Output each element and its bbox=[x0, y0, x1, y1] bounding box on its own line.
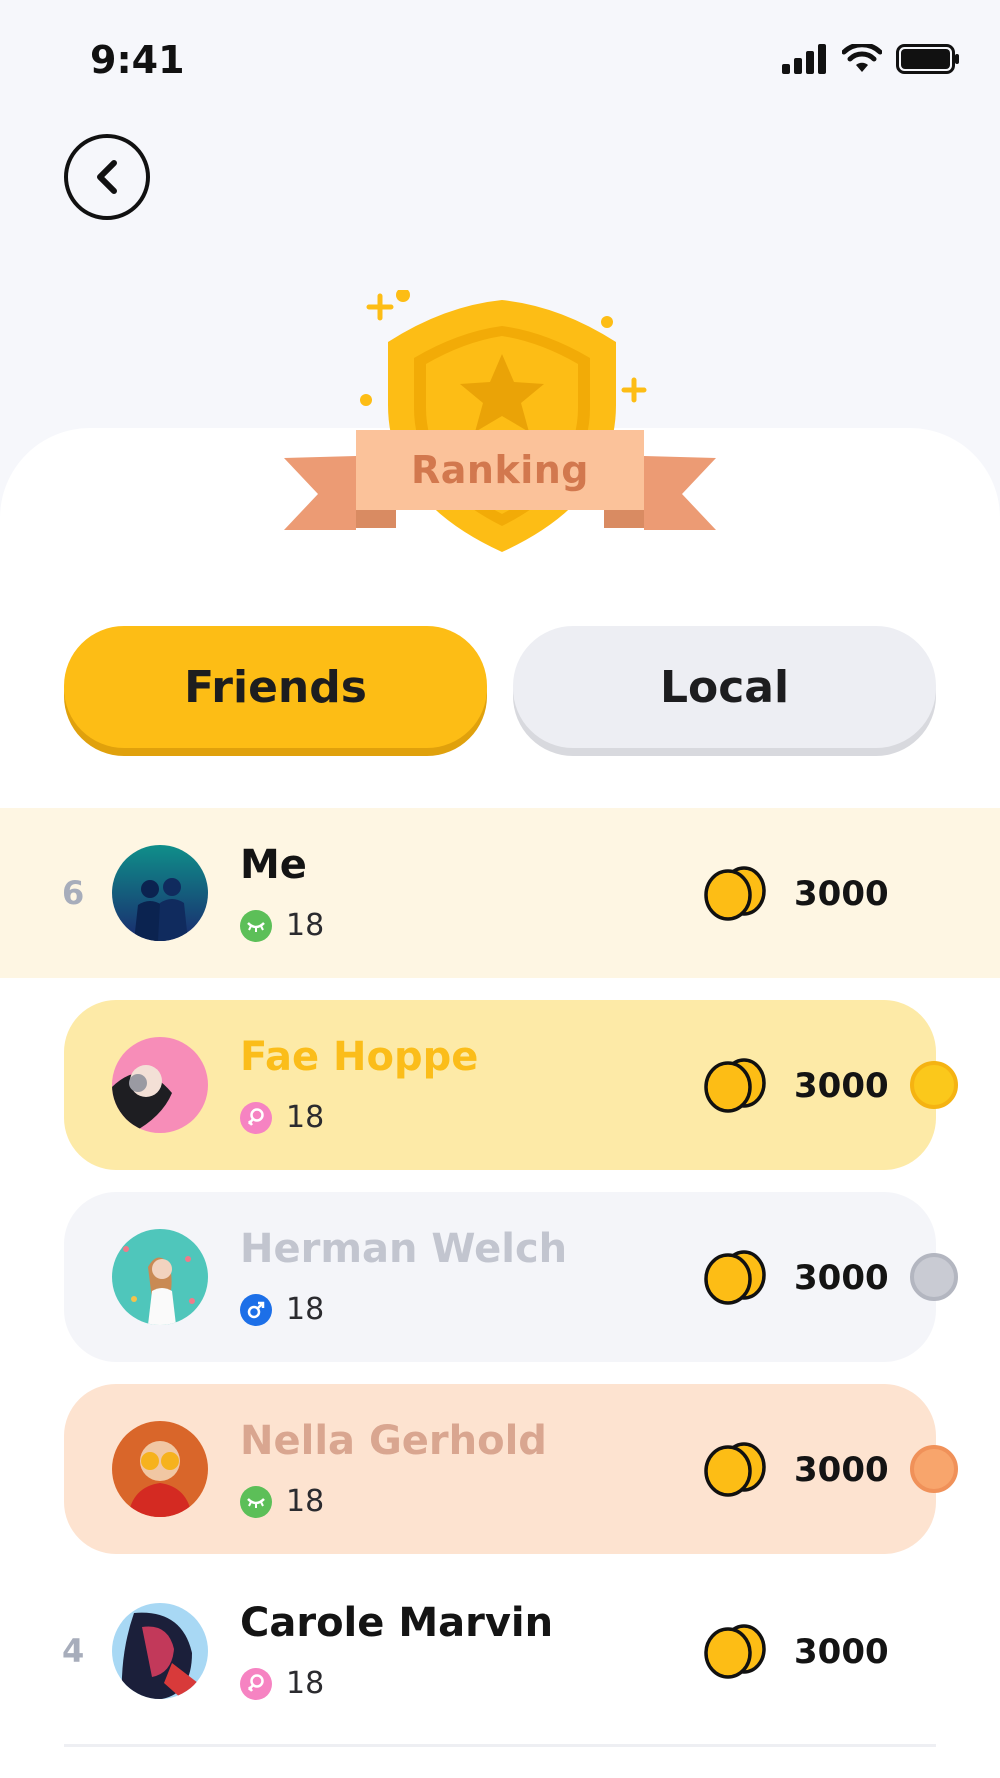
gold-medal-icon bbox=[910, 1061, 958, 1109]
coins-icon bbox=[704, 1624, 766, 1679]
bronze-medal-icon bbox=[910, 1445, 958, 1493]
player-name: Me bbox=[240, 842, 307, 888]
female-icon bbox=[240, 1101, 272, 1134]
avatar bbox=[112, 1229, 208, 1325]
player-name: Carole Marvin bbox=[240, 1600, 554, 1646]
silver-medal-icon bbox=[910, 1253, 958, 1301]
rank-number: 6 bbox=[62, 874, 85, 912]
player-score: 3000 bbox=[794, 874, 889, 914]
player-meta: 18 bbox=[240, 1100, 324, 1135]
tab-local[interactable]: Local bbox=[513, 626, 936, 748]
coins-icon bbox=[704, 1058, 766, 1113]
player-age: 18 bbox=[286, 908, 325, 943]
female-icon bbox=[240, 1667, 272, 1700]
player-score: 3000 bbox=[794, 1258, 889, 1298]
my-ranking-row[interactable]: 6 Me 18 3000 bbox=[0, 808, 1000, 978]
player-meta: 18 bbox=[240, 1666, 324, 1701]
coins-icon bbox=[704, 866, 766, 921]
coins-icon bbox=[704, 1442, 766, 1497]
status-icons bbox=[782, 44, 960, 74]
eyelash-icon bbox=[240, 1485, 272, 1518]
ranking-row[interactable]: 4 Carole Marvin 18 3000 bbox=[0, 1566, 1000, 1736]
avatar bbox=[112, 1603, 208, 1699]
badge-title: Ranking bbox=[410, 448, 589, 492]
avatar bbox=[112, 845, 208, 941]
player-meta: 18 bbox=[240, 1484, 324, 1519]
eyelash-icon bbox=[240, 909, 272, 942]
player-age: 18 bbox=[286, 1666, 325, 1701]
coins-icon bbox=[704, 1250, 766, 1305]
player-age: 18 bbox=[286, 1100, 325, 1135]
wifi-icon bbox=[842, 44, 882, 72]
player-meta: 18 bbox=[240, 1292, 324, 1327]
status-bar: 9:41 bbox=[0, 0, 1000, 120]
player-score: 3000 bbox=[794, 1066, 889, 1106]
signal-icon bbox=[782, 44, 826, 74]
player-score: 3000 bbox=[794, 1632, 889, 1672]
avatar bbox=[112, 1037, 208, 1133]
list-divider bbox=[64, 1744, 936, 1747]
shield-star-icon bbox=[284, 290, 716, 552]
player-name: Nella Gerhold bbox=[240, 1418, 547, 1464]
tab-friends[interactable]: Friends bbox=[64, 626, 487, 748]
ranking-row[interactable]: Herman Welch 18 3000 bbox=[64, 1192, 958, 1362]
back-button[interactable] bbox=[64, 134, 150, 220]
ranking-badge: Ranking bbox=[270, 290, 730, 560]
player-score: 3000 bbox=[794, 1450, 889, 1490]
ranking-row[interactable]: Nella Gerhold 18 3000 bbox=[64, 1384, 958, 1554]
rank-number: 4 bbox=[62, 1632, 85, 1670]
tab-bar: Friends Local bbox=[64, 626, 936, 756]
battery-icon bbox=[896, 44, 959, 74]
player-meta: 18 bbox=[240, 908, 324, 943]
status-time: 9:41 bbox=[90, 38, 185, 82]
player-age: 18 bbox=[286, 1484, 325, 1519]
player-age: 18 bbox=[286, 1292, 325, 1327]
player-name: Fae Hoppe bbox=[240, 1034, 479, 1080]
chevron-left-icon bbox=[97, 160, 117, 194]
player-name: Herman Welch bbox=[240, 1226, 568, 1272]
male-icon bbox=[240, 1293, 272, 1326]
avatar bbox=[112, 1421, 208, 1517]
ranking-row[interactable]: Fae Hoppe 18 3000 bbox=[64, 1000, 958, 1170]
